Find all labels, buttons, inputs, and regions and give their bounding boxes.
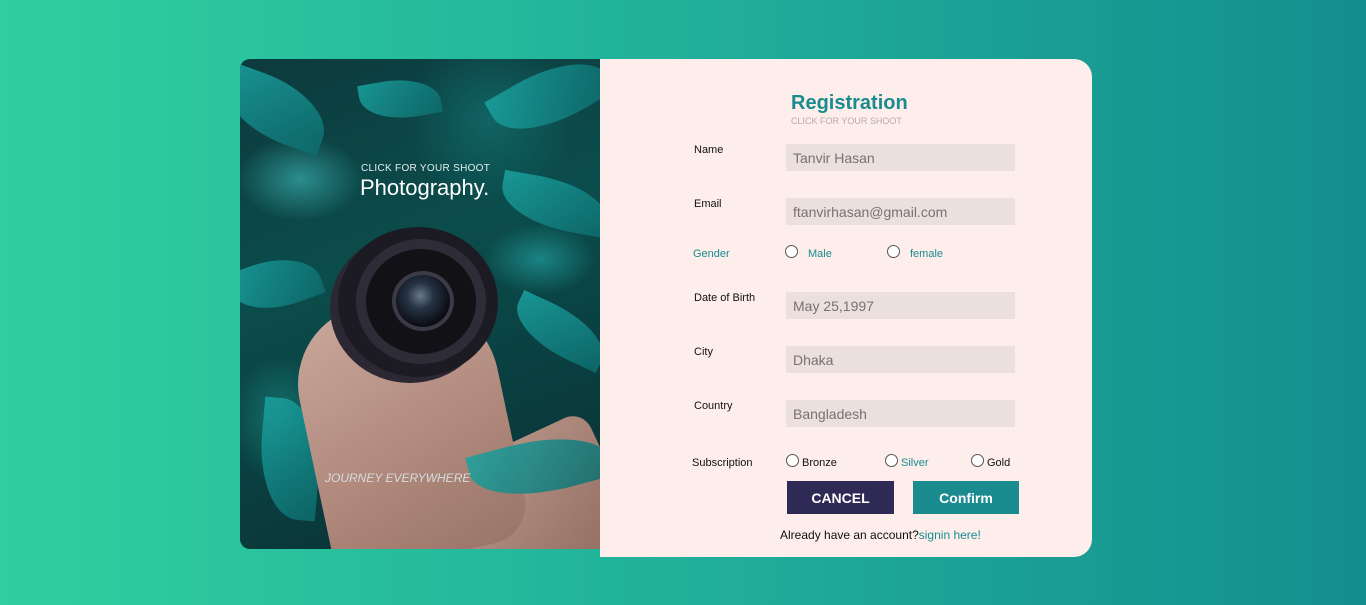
- subscription-silver-label: Silver: [901, 457, 929, 469]
- cancel-button[interactable]: CANCEL: [787, 481, 894, 514]
- subscription-gold-label: Gold: [987, 457, 1011, 469]
- photo-title: Photography.: [360, 175, 490, 200]
- form-title: Registration: [791, 92, 908, 114]
- registration-form: Registration CLICK FOR YOUR SHOOT Name E…: [600, 59, 1092, 557]
- country-input[interactable]: [786, 400, 1015, 427]
- form-subtitle: CLICK FOR YOUR SHOOT: [791, 116, 902, 126]
- confirm-button[interactable]: Confirm: [913, 481, 1019, 514]
- city-label: City: [694, 346, 713, 358]
- gender-label: Gender: [693, 248, 730, 260]
- email-label: Email: [694, 198, 722, 210]
- email-input[interactable]: [786, 198, 1015, 225]
- name-label: Name: [694, 144, 724, 156]
- signin-prompt: Already have an account?: [780, 528, 919, 542]
- subscription-label: Subscription: [692, 457, 753, 469]
- subscription-gold-radio[interactable]: [971, 454, 984, 467]
- photo-kicker: CLICK FOR YOUR SHOOT: [361, 163, 491, 174]
- dob-input[interactable]: [786, 292, 1015, 319]
- registration-card: CLICK FOR YOUR SHOOT Photography. JOURNE…: [240, 59, 1092, 557]
- subscription-silver-radio[interactable]: [885, 454, 898, 467]
- city-input[interactable]: [786, 346, 1015, 373]
- country-label: Country: [694, 400, 733, 412]
- signin-row: Already have an account?signin here!: [780, 528, 981, 542]
- photo-footer: JOURNEY EVERYWHERE: [325, 471, 471, 485]
- name-input[interactable]: [786, 144, 1015, 171]
- hero-photo: CLICK FOR YOUR SHOOT Photography. JOURNE…: [240, 59, 600, 549]
- gender-female-label: female: [910, 248, 944, 260]
- gender-male-radio[interactable]: [785, 245, 798, 258]
- gender-male-label: Male: [808, 248, 832, 260]
- subscription-bronze-radio[interactable]: [786, 454, 799, 467]
- signin-link[interactable]: signin here!: [919, 528, 981, 542]
- dob-label: Date of Birth: [694, 292, 756, 304]
- subscription-bronze-label: Bronze: [802, 457, 837, 469]
- gender-female-radio[interactable]: [887, 245, 900, 258]
